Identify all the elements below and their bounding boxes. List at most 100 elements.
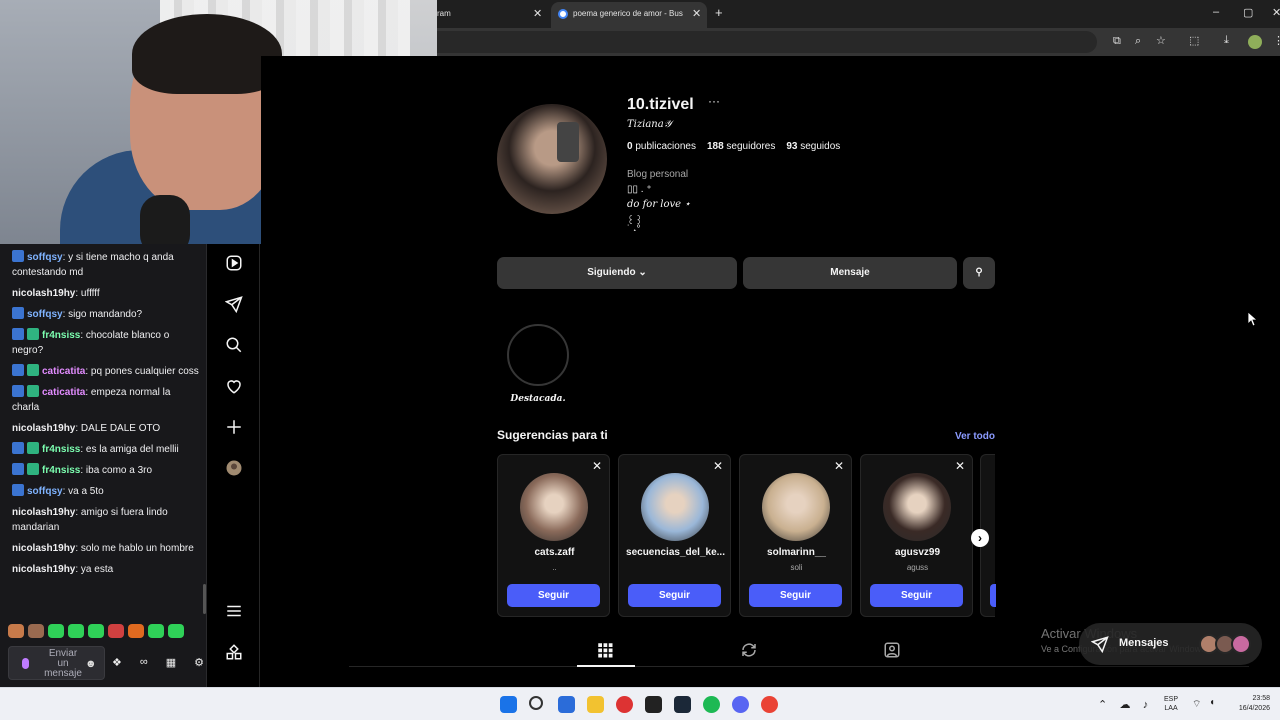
search-icon[interactable] [225,336,243,354]
chat-username[interactable]: soffqsy [27,252,63,263]
options-icon[interactable]: ··· [708,94,720,108]
language-indicator[interactable]: ESP LAA [1164,695,1178,713]
close-tab-icon[interactable]: ✕ [533,2,542,26]
browser-tab-1[interactable]: ram ✕ [437,2,547,28]
emote-icon[interactable] [48,624,64,638]
browser-tab-2[interactable]: poema generico de amor - Bus ✕ [551,2,707,28]
volume-icon[interactable]: ◖ [1209,697,1215,708]
chat-scrollbar[interactable] [203,584,206,614]
chat-username[interactable]: nicolash19hy [12,288,75,299]
infinity-icon[interactable]: ∞ [140,656,148,669]
chat-username[interactable]: nicolash19hy [12,423,75,434]
chat-username[interactable]: fr4nsiss [42,444,80,455]
prime-badge-icon[interactable] [12,442,24,454]
prime-badge-icon[interactable] [12,250,24,262]
follow-button[interactable]: Seguir [870,584,963,607]
address-bar[interactable] [437,31,1097,53]
sub-badge-icon[interactable] [27,385,39,397]
profile-avatar-icon[interactable] [225,459,243,477]
suggestion-avatar[interactable] [641,473,709,541]
emote-icon[interactable] [128,624,144,638]
sub-badge-icon[interactable] [27,442,39,454]
emote-icon[interactable] [88,624,104,638]
follow-button[interactable]: Seguir [628,584,721,607]
dismiss-icon[interactable]: ✕ [592,459,602,473]
suggestion-username[interactable]: agusvz99 [861,547,974,558]
minimize-icon[interactable]: – [1213,6,1219,18]
follow-button-partial[interactable] [990,584,996,607]
stat-following[interactable]: 93 seguidos [786,141,840,152]
notifications-heart-icon[interactable] [225,377,243,395]
browser-menu-icon[interactable]: ⋮ [1273,34,1280,47]
suggestion-username[interactable]: cats.zaff [498,547,611,558]
mic-icon[interactable]: ♪ [1143,699,1149,711]
epic-games-icon[interactable] [645,696,662,713]
chat-username[interactable]: soffqsy [27,309,63,320]
suggestion-avatar[interactable] [883,473,951,541]
bookmark-star-icon[interactable]: ☆ [1156,34,1166,47]
messages-pill[interactable]: Mensajes [1079,623,1262,665]
emote-icon[interactable] [108,624,124,638]
suggestion-card[interactable]: ✕ cats.zaff.. Seguir [497,454,610,617]
chat-username[interactable]: fr4nsiss [42,465,80,476]
chat-username[interactable]: nicolash19hy [12,543,75,554]
emoji-icon[interactable]: ☻ [85,658,97,670]
clock[interactable]: 23:58 16/4/2026 [1226,694,1270,714]
dismiss-icon[interactable]: ✕ [713,459,723,473]
suggestion-username[interactable]: solmarinn__ [740,547,853,558]
chat-username[interactable]: caticatita [42,387,85,398]
new-tab-icon[interactable]: + [715,5,723,20]
close-window-icon[interactable]: ✕ [1272,6,1280,19]
more-menu-icon[interactable] [225,602,243,620]
direct-messages-icon[interactable] [224,295,243,314]
story-highlight[interactable] [507,324,569,386]
windows-start-icon[interactable] [500,696,517,713]
emote-icon[interactable] [148,624,164,638]
chat-username[interactable]: fr4nsiss [42,330,80,341]
suggestion-username[interactable]: secuencias_del_ke... [619,547,732,558]
install-app-icon[interactable]: ⧉ [1113,35,1121,48]
suggestion-avatar[interactable] [762,473,830,541]
suggestion-card[interactable]: ✕ secuencias_del_ke... Seguir [618,454,731,617]
chat-username[interactable]: nicolash19hy [12,564,75,575]
store-icon[interactable] [558,696,575,713]
wifi-icon[interactable]: ⌔ [1192,698,1201,711]
steam-icon[interactable] [674,696,691,713]
extensions-icon[interactable]: ⬚ [1189,34,1199,47]
profile-avatar-icon[interactable] [1248,35,1262,49]
search-icon[interactable] [529,696,543,710]
profile-picture[interactable] [497,104,607,214]
dismiss-icon[interactable]: ✕ [955,459,965,473]
emote-icon[interactable] [168,624,184,638]
sub-badge-icon[interactable] [27,328,39,340]
reposts-icon[interactable] [739,641,759,661]
maximize-icon[interactable]: ▢ [1243,6,1253,19]
chevron-up-icon[interactable]: ⌃ [1098,699,1107,711]
next-arrow-icon[interactable]: › [971,529,989,547]
download-icon[interactable]: ⤓ [1224,34,1229,47]
suggestion-card[interactable]: ✕ solmarinn__ soli Seguir [739,454,852,617]
spotify-icon[interactable] [703,696,720,713]
emote-icon[interactable] [8,624,24,638]
chat-username[interactable]: nicolash19hy [12,507,75,518]
chrome-icon[interactable] [761,696,778,713]
message-button[interactable]: Mensaje [743,257,957,289]
settings-icon[interactable]: ⚙ [194,656,204,669]
create-plus-icon[interactable] [225,418,243,436]
mic-icon[interactable] [22,658,29,669]
sub-badge-icon[interactable] [27,463,39,475]
chat-input[interactable]: Enviar un mensaje ☻ [8,646,105,680]
zoom-icon[interactable]: ⌕ [1135,35,1141,48]
cloud-icon[interactable]: ☁ [1119,699,1130,711]
also-from-meta-icon[interactable] [225,643,243,661]
prime-badge-icon[interactable] [12,385,24,397]
app-red-icon[interactable] [616,696,633,713]
suggestion-avatar[interactable] [520,473,588,541]
prime-badge-icon[interactable] [12,364,24,376]
prime-badge-icon[interactable] [12,328,24,340]
prime-badge-icon[interactable] [12,307,24,319]
suggestion-card[interactable]: ✕ agusvz99 aguss Seguir [860,454,973,617]
prime-badge-icon[interactable] [12,463,24,475]
dismiss-icon[interactable]: ✕ [834,459,844,473]
reels-icon[interactable] [225,254,243,272]
